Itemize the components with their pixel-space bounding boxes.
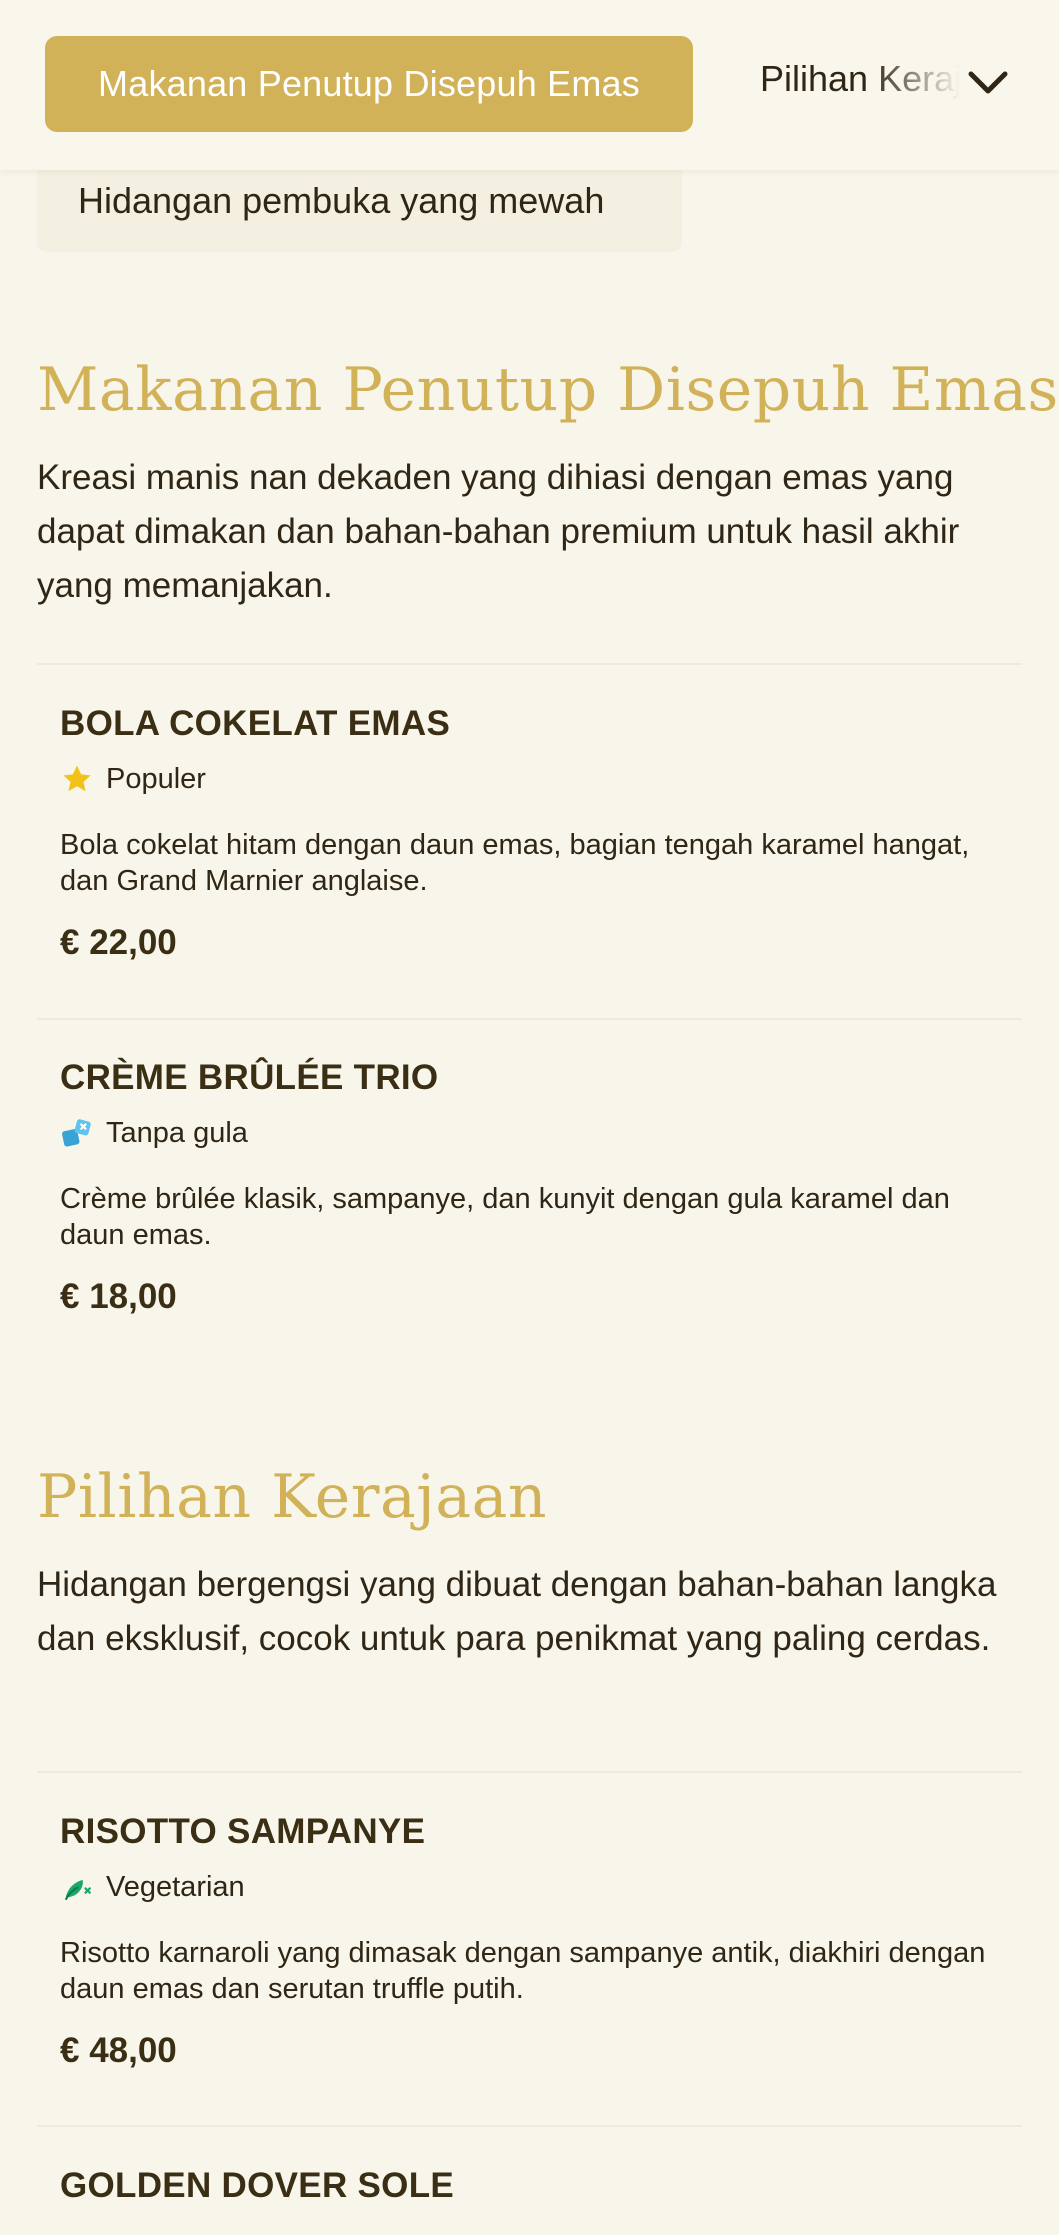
item-price: € 18,00 — [60, 1277, 177, 1316]
divider — [37, 1771, 1022, 1773]
item-description: Crème brûlée klasik, sampanye, dan kunyi… — [60, 1183, 950, 1251]
item-name: RISOTTO SAMPANYE — [60, 1812, 426, 1851]
section-title-royal: Pilihan Kerajaan — [37, 1462, 548, 1532]
category-tab-next[interactable]: Pilihan Kerajaan — [760, 58, 960, 110]
prev-category-card[interactable]: Hidangan pembuka yang mewah — [37, 160, 682, 252]
item-description: Risotto karnaroli yang dimasak dengan sa… — [60, 1937, 986, 2005]
category-nav-bar: Makanan Penutup Disepuh Emas Pilihan Ker… — [0, 0, 1059, 170]
item-description: Bola cokelat hitam dengan daun emas, bag… — [60, 829, 970, 897]
prev-card-text: Hidangan pembuka yang mewah — [78, 180, 605, 221]
vegetarian-icon — [64, 1879, 91, 1901]
menu-page: Hidangan pembuka yang mewah Makanan Penu… — [0, 0, 1059, 2235]
divider — [37, 2125, 1022, 2127]
badge-label: Tanpa gula — [106, 1116, 248, 1149]
item-price: € 48,00 — [60, 2031, 177, 2070]
item-name: GOLDEN DOVER SOLE — [60, 2166, 455, 2205]
menu-item[interactable]: CRÈME BRÛLÉE TRIO Tanpa gula Crème brûlé… — [60, 1053, 990, 1317]
category-tab-active[interactable]: Makanan Penutup Disepuh Emas — [45, 36, 693, 132]
item-name: BOLA COKELAT EMAS — [60, 704, 451, 743]
item-badge: Tanpa gula — [60, 1115, 990, 1151]
sugar-free-icon — [62, 1119, 91, 1147]
section-title-desserts: Makanan Penutup Disepuh Emas — [37, 355, 1059, 425]
star-icon — [63, 765, 91, 792]
item-price: € 22,00 — [60, 923, 177, 962]
item-name: CRÈME BRÛLÉE TRIO — [60, 1058, 439, 1097]
section-description-royal: Hidangan bergengsi yang dibuat dengan ba… — [37, 1565, 997, 1658]
menu-item[interactable]: RISOTTO SAMPANYE Vegetarian Risotto karn… — [60, 1807, 990, 2071]
badge-label: Vegetarian — [106, 1870, 245, 1903]
menu-item[interactable]: GOLDEN DOVER SOLE — [60, 2161, 990, 2211]
item-badge: Populer — [60, 761, 990, 797]
divider — [37, 663, 1022, 665]
divider — [37, 1018, 1022, 1020]
item-badge: Vegetarian — [60, 1869, 990, 1905]
chevron-down-icon[interactable] — [966, 66, 1010, 100]
section-description-desserts: Kreasi manis nan dekaden yang dihiasi de… — [37, 458, 960, 605]
badge-label: Populer — [106, 762, 206, 795]
menu-item[interactable]: BOLA COKELAT EMAS Populer Bola cokelat h… — [60, 699, 990, 963]
